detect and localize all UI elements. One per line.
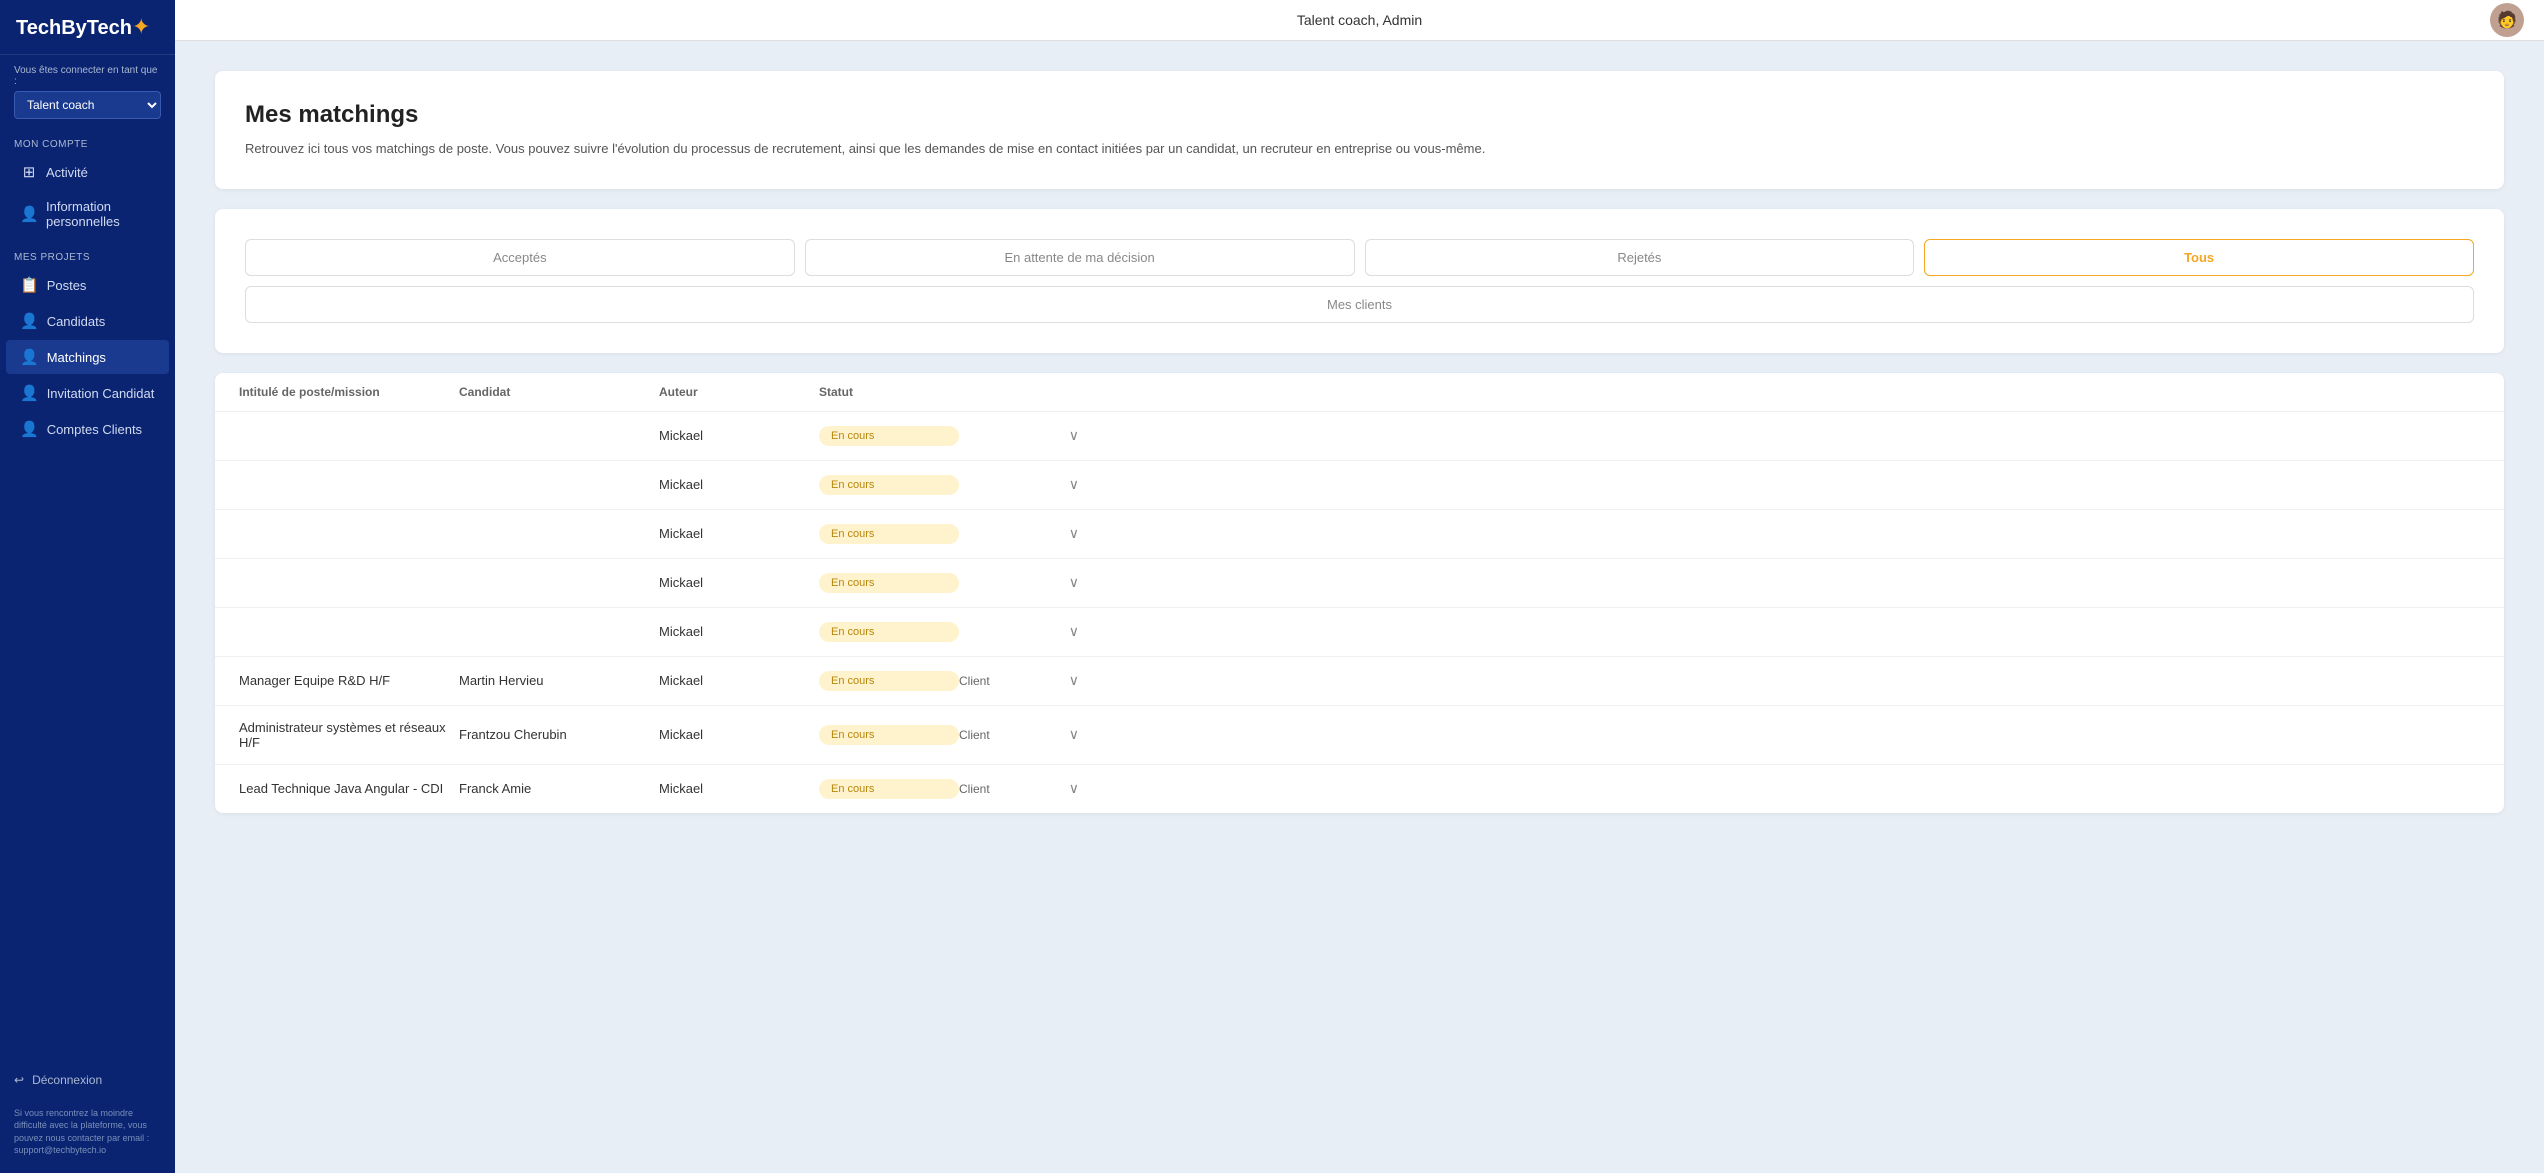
postes-icon: 📋 bbox=[20, 276, 39, 294]
table-row[interactable]: Mickael En cours ∨ bbox=[215, 510, 2504, 559]
table-body: Mickael En cours ∨ Mickael En cours ∨ Mi… bbox=[215, 412, 2504, 813]
sidebar: TechByTech✦ Vous êtes connecter en tant … bbox=[0, 0, 175, 1173]
table-header: Intitulé de poste/mission Candidat Auteu… bbox=[215, 373, 2504, 412]
sidebar-item-candidats-label: Candidats bbox=[47, 314, 106, 329]
table-row[interactable]: Mickael En cours ∨ bbox=[215, 559, 2504, 608]
cell-candidat: Frantzou Cherubin bbox=[459, 727, 659, 742]
status-badge: En cours bbox=[819, 622, 959, 642]
cell-auteur: Mickael bbox=[659, 727, 819, 742]
sidebar-item-candidats[interactable]: 👤 Candidats bbox=[6, 304, 169, 338]
cell-candidat: Martin Hervieu bbox=[459, 673, 659, 688]
filter-tous[interactable]: Tous bbox=[1924, 239, 2474, 276]
cell-auteur: Mickael bbox=[659, 575, 819, 590]
role-label: Vous êtes connecter en tant que : bbox=[14, 65, 161, 87]
col-header-action bbox=[959, 385, 1039, 399]
table-row[interactable]: Mickael En cours ∨ bbox=[215, 461, 2504, 510]
cell-poste: Administrateur systèmes et réseaux H/F bbox=[239, 720, 459, 750]
avatar[interactable]: 🧑 bbox=[2490, 3, 2524, 37]
cell-auteur: Mickael bbox=[659, 673, 819, 688]
col-header-statut: Statut bbox=[819, 385, 959, 399]
status-badge: En cours bbox=[819, 475, 959, 495]
chevron-icon[interactable]: ∨ bbox=[1039, 525, 1079, 542]
section-title-projets: MES PROJETS bbox=[0, 238, 175, 267]
support-text: Si vous rencontrez la moindre difficulté… bbox=[0, 1097, 175, 1173]
page-title: Mes matchings bbox=[245, 101, 2474, 129]
grid-icon: ⊞ bbox=[20, 163, 38, 181]
sidebar-item-matchings-label: Matchings bbox=[47, 350, 106, 365]
sidebar-item-info-perso[interactable]: 👤 Information personnelles bbox=[6, 191, 169, 237]
col-header-poste: Intitulé de poste/mission bbox=[239, 385, 459, 399]
cell-extra: Client bbox=[959, 782, 1039, 796]
table-row[interactable]: Mickael En cours ∨ bbox=[215, 412, 2504, 461]
chevron-icon[interactable]: ∨ bbox=[1039, 726, 1079, 743]
filter-rejetes[interactable]: Rejetés bbox=[1365, 239, 1915, 276]
logout-button[interactable]: ↩ Déconnexion bbox=[0, 1063, 175, 1097]
invitation-icon: 👤 bbox=[20, 384, 39, 402]
logout-label: Déconnexion bbox=[32, 1073, 102, 1087]
sidebar-item-invitation[interactable]: 👤 Invitation Candidat bbox=[6, 376, 169, 410]
filter-acceptes[interactable]: Acceptés bbox=[245, 239, 795, 276]
cell-candidat: Franck Amie bbox=[459, 781, 659, 796]
sidebar-item-invitation-label: Invitation Candidat bbox=[47, 386, 155, 401]
sidebar-item-postes-label: Postes bbox=[47, 278, 87, 293]
topbar-title: Talent coach, Admin bbox=[1297, 12, 1422, 28]
status-badge: En cours bbox=[819, 524, 959, 544]
logo-text: TechByTech bbox=[16, 17, 132, 39]
topbar: Talent coach, Admin 🧑 bbox=[175, 0, 2544, 41]
candidats-icon: 👤 bbox=[20, 312, 39, 330]
comptes-icon: 👤 bbox=[20, 420, 39, 438]
person-icon: 👤 bbox=[20, 205, 38, 223]
cell-auteur: Mickael bbox=[659, 428, 819, 443]
sidebar-item-activite[interactable]: ⊞ Activité bbox=[6, 155, 169, 189]
table-row[interactable]: Manager Equipe R&D H/F Martin Hervieu Mi… bbox=[215, 657, 2504, 706]
filter-card: Acceptés En attente de ma décision Rejet… bbox=[215, 209, 2504, 353]
sidebar-item-comptes-label: Comptes Clients bbox=[47, 422, 142, 437]
chevron-icon[interactable]: ∨ bbox=[1039, 672, 1079, 689]
sidebar-item-info-perso-label: Information personnelles bbox=[46, 199, 155, 229]
page-subtitle: Retrouvez ici tous vos matchings de post… bbox=[245, 139, 2474, 159]
main-content: Talent coach, Admin 🧑 Mes matchings Retr… bbox=[175, 0, 2544, 1173]
cell-poste: Lead Technique Java Angular - CDI bbox=[239, 781, 459, 796]
sidebar-item-postes[interactable]: 📋 Postes bbox=[6, 268, 169, 302]
col-header-auteur: Auteur bbox=[659, 385, 819, 399]
status-badge: En cours bbox=[819, 779, 959, 799]
table-card: Intitulé de poste/mission Candidat Auteu… bbox=[215, 373, 2504, 813]
table-row[interactable]: Mickael En cours ∨ bbox=[215, 608, 2504, 657]
cell-auteur: Mickael bbox=[659, 781, 819, 796]
cell-extra: Client bbox=[959, 674, 1039, 688]
sidebar-item-comptes[interactable]: 👤 Comptes Clients bbox=[6, 412, 169, 446]
logo-area: TechByTech✦ bbox=[0, 0, 175, 55]
filter-mes-clients[interactable]: Mes clients bbox=[245, 286, 2474, 323]
sidebar-item-activite-label: Activité bbox=[46, 165, 88, 180]
table-row[interactable]: Administrateur systèmes et réseaux H/F F… bbox=[215, 706, 2504, 765]
chevron-icon[interactable]: ∨ bbox=[1039, 476, 1079, 493]
status-badge: En cours bbox=[819, 725, 959, 745]
col-header-candidat: Candidat bbox=[459, 385, 659, 399]
status-badge: En cours bbox=[819, 671, 959, 691]
section-title-compte: MON COMPTE bbox=[0, 125, 175, 154]
sidebar-item-matchings[interactable]: 👤 Matchings bbox=[6, 340, 169, 374]
chevron-icon[interactable]: ∨ bbox=[1039, 780, 1079, 797]
page-body: Mes matchings Retrouvez ici tous vos mat… bbox=[175, 41, 2544, 1173]
status-badge: En cours bbox=[819, 573, 959, 593]
chevron-icon[interactable]: ∨ bbox=[1039, 623, 1079, 640]
table-row[interactable]: Lead Technique Java Angular - CDI Franck… bbox=[215, 765, 2504, 813]
role-select[interactable]: Talent coach bbox=[14, 91, 161, 119]
status-badge: En cours bbox=[819, 426, 959, 446]
filter-row: Acceptés En attente de ma décision Rejet… bbox=[245, 239, 2474, 276]
chevron-icon[interactable]: ∨ bbox=[1039, 574, 1079, 591]
intro-card: Mes matchings Retrouvez ici tous vos mat… bbox=[215, 71, 2504, 189]
logo-star: ✦ bbox=[132, 14, 150, 39]
chevron-icon[interactable]: ∨ bbox=[1039, 427, 1079, 444]
cell-poste: Manager Equipe R&D H/F bbox=[239, 673, 459, 688]
matchings-icon: 👤 bbox=[20, 348, 39, 366]
cell-extra: Client bbox=[959, 728, 1039, 742]
cell-auteur: Mickael bbox=[659, 526, 819, 541]
cell-auteur: Mickael bbox=[659, 624, 819, 639]
cell-auteur: Mickael bbox=[659, 477, 819, 492]
logout-icon: ↩ bbox=[14, 1073, 24, 1087]
filter-en-attente[interactable]: En attente de ma décision bbox=[805, 239, 1355, 276]
role-section: Vous êtes connecter en tant que : Talent… bbox=[0, 55, 175, 125]
